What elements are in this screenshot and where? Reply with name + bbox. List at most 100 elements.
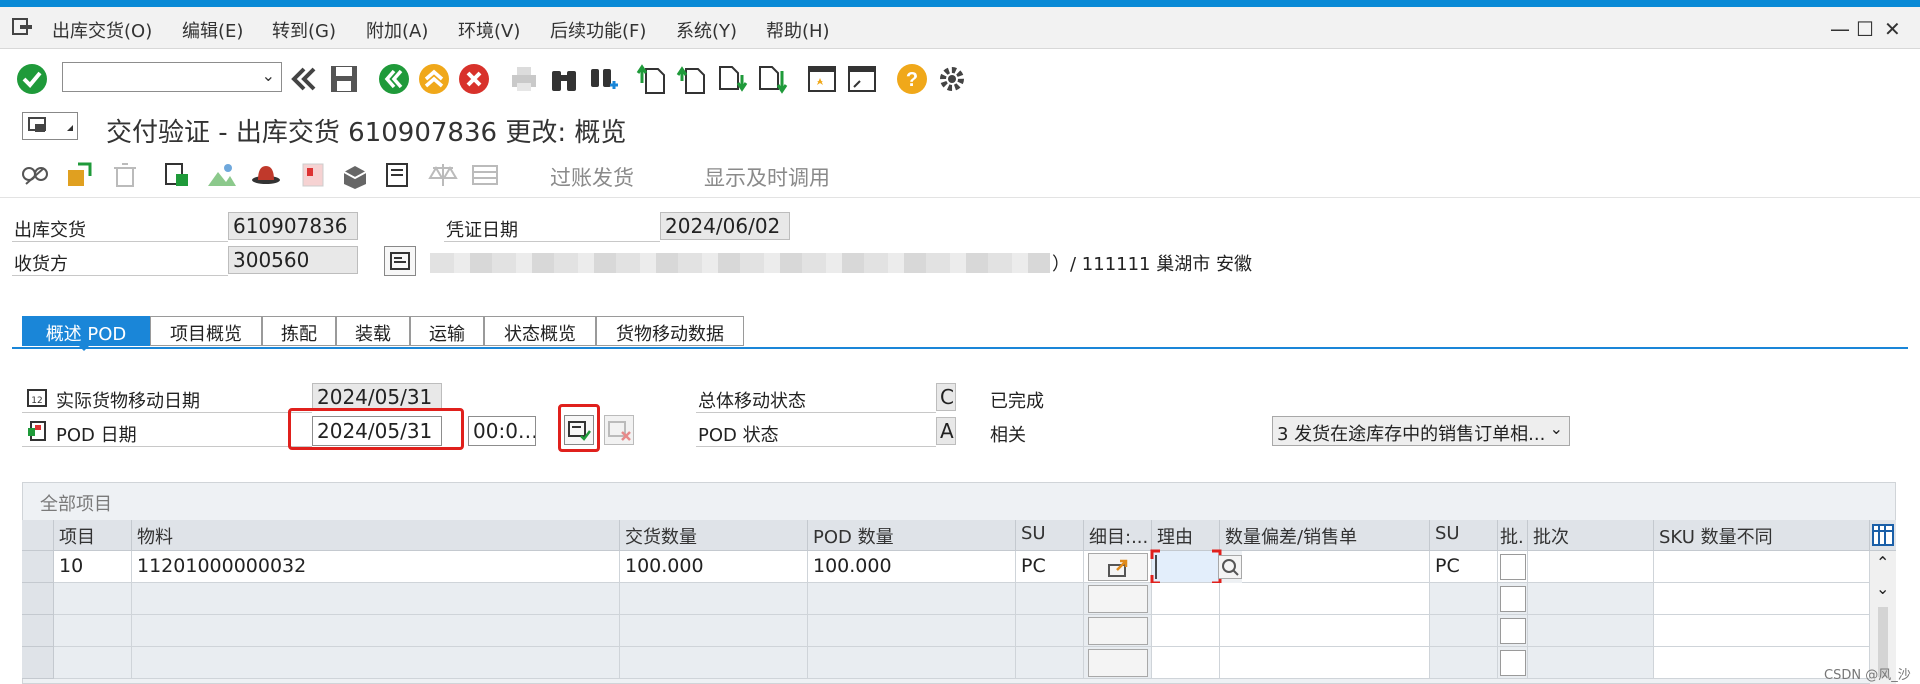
maximize-button[interactable]: ☐ <box>1856 17 1874 41</box>
tab-status-overview[interactable]: 状态概览 <box>484 316 596 346</box>
post-goods-issue-button[interactable]: 过账发货 <box>550 162 634 192</box>
cell-material[interactable]: 11201000000032 <box>132 551 620 583</box>
batch-checkbox[interactable] <box>1500 586 1526 612</box>
detail-button[interactable] <box>1088 617 1148 645</box>
col-su2[interactable]: SU <box>1430 520 1498 551</box>
batch-checkbox[interactable] <box>1500 554 1526 580</box>
last-page-icon[interactable] <box>756 63 788 95</box>
col-material[interactable]: 物料 <box>132 520 620 551</box>
row-selector[interactable] <box>22 583 54 615</box>
menu-icon[interactable] <box>12 17 34 37</box>
back-icon[interactable] <box>288 63 320 95</box>
empty-cell[interactable] <box>1654 583 1870 615</box>
minimize-button[interactable]: — <box>1830 17 1850 41</box>
command-field[interactable]: ⌄ <box>62 62 282 92</box>
tab-pod-overview[interactable]: 概述 POD <box>22 316 150 346</box>
chevron-down-icon[interactable]: ⌄ <box>262 66 275 85</box>
pod-relevance-select[interactable]: 3 发货在途库存中的销售订单相... ⌄ <box>1272 416 1570 446</box>
find-next-icon[interactable] <box>588 63 620 95</box>
empty-cell[interactable] <box>1220 583 1430 615</box>
menu-outbound-delivery[interactable]: 出库交货(O) <box>52 17 152 43</box>
delete-pod-button[interactable] <box>604 415 634 445</box>
col-detail[interactable]: 细目:... <box>1084 520 1152 551</box>
empty-cell[interactable] <box>1220 615 1430 647</box>
menu-edit[interactable]: 编辑(E) <box>182 17 243 43</box>
save-icon[interactable] <box>328 63 360 95</box>
close-window-button[interactable]: ✕ <box>1884 17 1901 41</box>
tab-loading[interactable]: 装载 <box>336 316 410 346</box>
detail-button[interactable] <box>1088 553 1148 581</box>
next-page-icon[interactable] <box>716 63 748 95</box>
select-all-header[interactable] <box>22 520 54 551</box>
scroll-up-icon[interactable]: ⌃ <box>1876 553 1889 572</box>
col-sku-diff[interactable]: SKU 数量不同 <box>1654 520 1870 551</box>
menu-follow-on[interactable]: 后续功能(F) <box>550 17 646 43</box>
first-page-icon[interactable] <box>636 63 668 95</box>
menu-help[interactable]: 帮助(H) <box>766 17 830 43</box>
other-delivery-icon[interactable] <box>64 160 94 190</box>
packing-icon[interactable] <box>340 160 370 190</box>
cell-su[interactable]: PC <box>1016 551 1084 583</box>
empty-cell[interactable] <box>1152 583 1220 615</box>
detail-button[interactable] <box>1088 649 1148 677</box>
cancel-icon[interactable] <box>458 63 490 95</box>
menu-system[interactable]: 系统(Y) <box>676 17 737 43</box>
display-change-icon[interactable] <box>20 160 50 190</box>
cell-su2[interactable]: PC <box>1430 551 1498 583</box>
ship-to-field[interactable]: 300560 <box>228 246 358 274</box>
col-pod-qty[interactable]: POD 数量 <box>808 520 1016 551</box>
tab-picking[interactable]: 拣配 <box>262 316 336 346</box>
cell-qty-diff[interactable] <box>1242 551 1430 583</box>
col-batch[interactable]: 批次 <box>1528 520 1654 551</box>
pod-status-code[interactable]: A <box>936 417 956 445</box>
weight-icon[interactable] <box>428 160 458 190</box>
cell-batch[interactable] <box>1528 551 1654 583</box>
output-icon[interactable] <box>382 160 412 190</box>
empty-cell[interactable] <box>1152 615 1220 647</box>
col-delivery-qty[interactable]: 交货数量 <box>620 520 808 551</box>
help-icon[interactable]: ? <box>896 63 928 95</box>
col-qty-diff[interactable]: 数量偏差/销售单 <box>1220 520 1430 551</box>
shortcut-icon[interactable] <box>846 63 878 95</box>
tab-transport[interactable]: 运输 <box>410 316 484 346</box>
pod-time-field[interactable]: 00:0… <box>468 416 536 446</box>
overall-status-code[interactable]: C <box>936 383 956 411</box>
document-date-field[interactable]: 2024/06/02 <box>660 212 790 240</box>
column-settings-button[interactable] <box>1870 520 1896 551</box>
find-icon[interactable] <box>548 63 580 95</box>
menu-goto[interactable]: 转到(G) <box>272 17 336 43</box>
ship-to-party-icon[interactable] <box>206 160 236 190</box>
display-timely-call-button[interactable]: 显示及时调用 <box>704 162 830 192</box>
cell-sku-diff[interactable] <box>1654 551 1870 583</box>
batch-checkbox[interactable] <box>1500 650 1526 676</box>
cell-delivery-qty[interactable]: 100.000 <box>620 551 808 583</box>
empty-cell[interactable] <box>1220 647 1430 679</box>
create-session-icon[interactable] <box>806 63 838 95</box>
prev-page-icon[interactable] <box>676 63 708 95</box>
menu-environment[interactable]: 环境(V) <box>458 17 520 43</box>
col-su[interactable]: SU <box>1016 520 1084 551</box>
scroll-down-icon[interactable]: ⌄ <box>1876 579 1889 598</box>
abacus-icon[interactable] <box>470 160 500 190</box>
actual-gm-date-field[interactable]: 2024/05/31 <box>312 383 442 411</box>
delete-icon[interactable] <box>110 160 140 190</box>
delivery-number-field[interactable]: 610907836 <box>228 212 358 240</box>
tab-goods-movement-data[interactable]: 货物移动数据 <box>596 316 744 346</box>
row-selector[interactable] <box>22 647 54 679</box>
cell-item[interactable]: 10 <box>54 551 132 583</box>
settings-icon[interactable] <box>936 63 968 95</box>
empty-cell[interactable] <box>1654 615 1870 647</box>
cell-pod-qty[interactable]: 100.000 <box>808 551 1016 583</box>
menu-extras[interactable]: 附加(A) <box>366 17 428 43</box>
exit-icon[interactable] <box>418 63 450 95</box>
row-selector[interactable] <box>22 551 54 583</box>
back-green-icon[interactable] <box>378 63 410 95</box>
batch-checkbox[interactable] <box>1500 618 1526 644</box>
row-selector[interactable] <box>22 615 54 647</box>
header-details-icon[interactable] <box>162 160 192 190</box>
tab-item-overview[interactable]: 项目概览 <box>150 316 262 346</box>
text-icon[interactable] <box>298 160 328 190</box>
transaction-menu-button[interactable] <box>22 112 78 140</box>
col-item[interactable]: 项目 <box>54 520 132 551</box>
partner-icon[interactable] <box>250 160 282 190</box>
